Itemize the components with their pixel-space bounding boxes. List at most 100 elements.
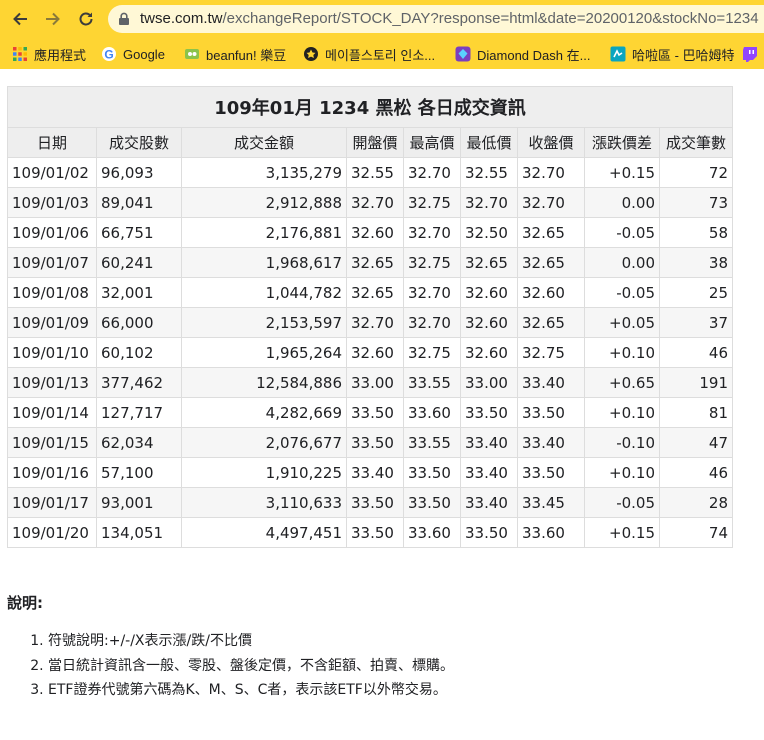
column-header-high: 最高價 (403, 127, 461, 158)
cell-change: +0.10 (584, 397, 660, 428)
cell-volume: 96,093 (96, 157, 182, 188)
cell-value: 2,176,881 (181, 217, 347, 248)
note-item: ETF證券代號第六碼為K、M、S、C者，表示該ETF以外幣交易。 (48, 678, 454, 703)
cell-low: 32.60 (460, 277, 518, 308)
bookmark-maplestory[interactable]: 메이플스토리 인소... (303, 44, 435, 64)
forward-button[interactable] (42, 8, 64, 30)
bookmark-label: Google (123, 46, 165, 62)
maplestory-icon (304, 47, 318, 61)
cell-low: 32.60 (460, 307, 518, 338)
column-header-transactions: 成交筆數 (659, 127, 733, 158)
twitch-icon (743, 47, 757, 62)
bookmark-google[interactable]: G Google (101, 44, 165, 64)
table-title: 109年01月 1234 黑松 各日成交資訊 (7, 86, 733, 128)
bookmarks-bar: 應用程式 G Google beanfun! 樂豆 메이플스토리 인소... D… (0, 38, 764, 69)
cell-low: 33.50 (460, 397, 518, 428)
cell-low: 32.65 (460, 247, 518, 278)
column-header-open: 開盤價 (346, 127, 404, 158)
back-button[interactable] (9, 8, 31, 30)
table-header-row: 日期 成交股數 成交金額 開盤價 最高價 最低價 收盤價 漲跌價差 成交筆數 (7, 127, 733, 158)
cell-close: 32.60 (517, 277, 585, 308)
table-row: 109/01/07 60,241 1,968,617 32.65 32.75 32.65 3… (7, 247, 733, 278)
cell-change: 0.00 (584, 247, 660, 278)
cell-low: 33.40 (460, 427, 518, 458)
column-header-close: 收盤價 (517, 127, 585, 158)
column-header-date: 日期 (7, 127, 97, 158)
address-bar[interactable]: twse.com.tw/exchangeReport/STOCK_DAY?res… (108, 5, 764, 33)
cell-date: 109/01/15 (7, 427, 97, 458)
diamond-icon (455, 46, 471, 62)
cell-open: 32.60 (346, 217, 404, 248)
bookmark-twitch[interactable] (742, 44, 758, 64)
column-header-low: 最低價 (460, 127, 518, 158)
google-logo-icon: G (102, 47, 116, 62)
column-header-change: 漲跌價差 (584, 127, 660, 158)
cell-high: 33.50 (403, 487, 461, 518)
cell-value: 3,110,633 (181, 487, 347, 518)
cell-close: 32.70 (517, 187, 585, 218)
column-header-value: 成交金額 (181, 127, 347, 158)
cell-date: 109/01/07 (7, 247, 97, 278)
cell-date: 109/01/09 (7, 307, 97, 338)
cell-value: 2,153,597 (181, 307, 347, 338)
cell-value: 2,076,677 (181, 427, 347, 458)
lock-icon (119, 12, 129, 25)
cell-change: -0.10 (584, 427, 660, 458)
bookmark-bahamut[interactable]: 哈啦區 - 巴哈姆特 (610, 44, 735, 64)
cell-date: 109/01/10 (7, 337, 97, 368)
cell-high: 32.70 (403, 217, 461, 248)
cell-volume: 60,102 (96, 337, 182, 368)
table-body: 109/01/02 96,093 3,135,279 32.55 32.70 32.55 3… (7, 157, 733, 548)
table-row: 109/01/17 93,001 3,110,633 33.50 33.50 33.40 3… (7, 487, 733, 518)
bookmark-label: 應用程式 (34, 47, 87, 63)
table-row: 109/01/16 57,100 1,910,225 33.40 33.50 33.40 3… (7, 457, 733, 488)
cell-open: 33.50 (346, 397, 404, 428)
cell-close: 33.40 (517, 427, 585, 458)
browser-chrome: twse.com.tw/exchangeReport/STOCK_DAY?res… (0, 0, 764, 69)
back-arrow-icon (13, 12, 27, 26)
cell-open: 33.00 (346, 367, 404, 398)
cell-close: 32.70 (517, 157, 585, 188)
bookmark-diamond-dash[interactable]: Diamond Dash 在... (455, 44, 590, 64)
cell-close: 33.50 (517, 397, 585, 428)
table-row: 109/01/10 60,102 1,965,264 32.60 32.75 32.60 3… (7, 337, 733, 368)
bookmark-label: 哈啦區 - 巴哈姆特 (632, 47, 735, 63)
cell-volume: 134,051 (96, 517, 182, 548)
cell-date: 109/01/17 (7, 487, 97, 518)
table-row: 109/01/06 66,751 2,176,881 32.60 32.70 32.50 3… (7, 217, 733, 248)
bookmark-beanfun[interactable]: beanfun! 樂豆 (184, 44, 286, 64)
cell-change: -0.05 (584, 487, 660, 518)
cell-high: 32.70 (403, 277, 461, 308)
cell-transactions: 37 (659, 307, 733, 338)
cell-transactions: 46 (659, 337, 733, 368)
cell-high: 33.60 (403, 517, 461, 548)
cell-change: +0.10 (584, 337, 660, 368)
notes-heading: 說明: (7, 594, 43, 612)
table-row: 109/01/08 32,001 1,044,782 32.65 32.70 32.60 3… (7, 277, 733, 308)
url-host: twse.com.tw (140, 10, 223, 27)
cell-transactions: 81 (659, 397, 733, 428)
cell-transactions: 47 (659, 427, 733, 458)
cell-date: 109/01/08 (7, 277, 97, 308)
cell-change: +0.10 (584, 457, 660, 488)
cell-value: 3,135,279 (181, 157, 347, 188)
cell-volume: 127,717 (96, 397, 182, 428)
cell-transactions: 58 (659, 217, 733, 248)
bookmark-apps[interactable]: 應用程式 (12, 44, 86, 64)
stock-day-table: 109年01月 1234 黑松 各日成交資訊 日期 成交股數 成交金額 開盤價 最高價最… (7, 86, 733, 548)
cell-close: 32.75 (517, 337, 585, 368)
cell-open: 32.55 (346, 157, 404, 188)
cell-close: 33.45 (517, 487, 585, 518)
cell-value: 1,965,264 (181, 337, 347, 368)
cell-high: 32.70 (403, 307, 461, 338)
cell-volume: 93,001 (96, 487, 182, 518)
cell-change: +0.05 (584, 307, 660, 338)
reload-button[interactable] (75, 8, 97, 30)
cell-volume: 89,041 (96, 187, 182, 218)
cell-open: 33.50 (346, 487, 404, 518)
cell-transactions: 74 (659, 517, 733, 548)
cell-date: 109/01/16 (7, 457, 97, 488)
cell-date: 109/01/06 (7, 217, 97, 248)
cell-transactions: 73 (659, 187, 733, 218)
note-item: 當日統計資訊含一般、零股、盤後定價，不含鉅額、拍賣、標購。 (48, 654, 454, 679)
